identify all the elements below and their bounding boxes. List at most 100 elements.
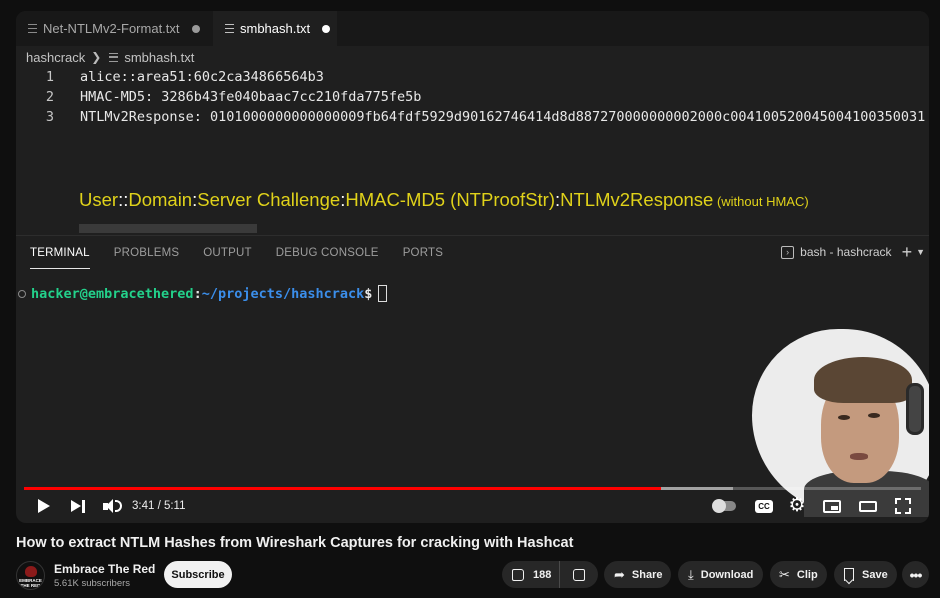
theater-icon — [859, 500, 877, 512]
breadcrumb-chevron-icon: ❯ — [91, 50, 102, 64]
tab-output[interactable]: OUTPUT — [203, 247, 251, 265]
code-text: alice::area51:60c2ca34866564b3 — [80, 69, 324, 85]
breadcrumb: hashcrack ❯ smbhash.txt — [26, 49, 194, 65]
progress-bar[interactable] — [24, 487, 921, 490]
download-icon: ⤓ — [688, 566, 694, 582]
more-button[interactable]: ••• — [902, 561, 929, 588]
code-text: HMAC-MD5: 3286b43fe040baac7cc210fda775fe… — [80, 89, 422, 105]
like-button[interactable]: 188 — [502, 561, 560, 588]
annotation-domain: Domain — [128, 189, 193, 210]
chevron-down-icon[interactable]: ▼ — [916, 247, 925, 257]
tab-label: smbhash.txt — [240, 21, 311, 36]
avatar-logo-text: EMBRACE THE RED — [19, 578, 42, 588]
terminal-title[interactable]: bash - hashcrack — [800, 245, 891, 259]
presenter-eye — [838, 415, 850, 420]
annotation-hmac: HMAC-MD5 (NTProofStr) — [345, 189, 555, 210]
theater-button[interactable] — [857, 494, 879, 518]
code-editor[interactable]: 1 alice::area51:60c2ca34866564b3 2 HMAC-… — [16, 67, 929, 127]
unsaved-dot-icon — [322, 24, 331, 33]
annotation-user: User — [79, 189, 119, 210]
unsaved-dot-icon — [191, 24, 200, 33]
download-label: Download — [700, 568, 754, 581]
annotation-separator: :: — [118, 189, 129, 210]
presenter-eye — [868, 413, 880, 418]
headset-icon — [906, 383, 924, 435]
code-text: NTLMv2Response: 0101000000000000009fb64f… — [80, 109, 926, 125]
subscribe-button[interactable]: Subscribe — [164, 561, 232, 588]
share-icon: ➦ — [614, 566, 625, 582]
plus-icon[interactable]: + — [902, 243, 913, 261]
play-button[interactable] — [34, 494, 54, 518]
fullscreen-icon — [895, 498, 911, 514]
save-button[interactable]: Save — [834, 561, 897, 588]
miniplayer-button[interactable] — [821, 494, 843, 518]
tab-terminal[interactable]: TERMINAL — [30, 247, 90, 269]
horizontal-scrollbar[interactable] — [79, 224, 257, 233]
file-icon — [225, 24, 234, 33]
volume-button[interactable] — [102, 494, 122, 518]
code-line: 1 alice::area51:60c2ca34866564b3 — [16, 67, 929, 87]
thumbs-down-icon — [573, 568, 585, 581]
clip-button[interactable]: ✂ Clip — [770, 561, 827, 588]
terminal-box-icon: › — [781, 245, 795, 259]
share-label: Share — [631, 568, 663, 581]
line-number: 1 — [45, 69, 54, 85]
autoplay-toggle[interactable] — [712, 494, 738, 518]
volume-icon — [102, 499, 122, 513]
file-icon — [28, 24, 37, 33]
video-title: How to extract NTLM Hashes from Wireshar… — [16, 535, 574, 551]
autoplay-toggle-icon — [712, 499, 736, 513]
code-line: 2 HMAC-MD5: 3286b43fe040baac7cc210fda775… — [16, 87, 929, 107]
fullscreen-button[interactable] — [892, 494, 914, 518]
tab-smbhash[interactable]: smbhash.txt — [213, 11, 337, 46]
miniplayer-icon — [823, 499, 841, 513]
gear-icon: ⚙ — [788, 495, 806, 516]
avatar-logo-icon — [25, 566, 37, 577]
tab-net-ntlmv2-format[interactable]: Net-NTLMv2-Format.txt — [28, 11, 200, 46]
breadcrumb-folder[interactable]: hashcrack — [26, 50, 85, 65]
prompt-circle-icon — [18, 289, 26, 298]
editor-tab-bar: Net-NTLMv2-Format.txt smbhash.txt — [16, 11, 929, 46]
presenter-hair — [814, 357, 912, 403]
save-label: Save — [862, 568, 888, 581]
tab-debug-console[interactable]: DEBUG CONSOLE — [276, 247, 379, 265]
captions-button[interactable]: CC — [753, 494, 775, 518]
dislike-button[interactable] — [560, 568, 598, 581]
channel-name[interactable]: Embrace The Red — [54, 562, 155, 576]
prompt-user-host: hacker@embracethered — [31, 285, 194, 302]
prompt-dollar: $ — [364, 285, 373, 302]
hash-format-annotation: User::Domain:Server Challenge:HMAC-MD5 (… — [79, 189, 809, 211]
avatar[interactable]: EMBRACE THE RED — [16, 561, 45, 590]
panel-tab-bar: TERMINAL PROBLEMS OUTPUT DEBUG CONSOLE P… — [30, 247, 467, 269]
annotation-note: (without HMAC) — [713, 194, 809, 209]
line-number: 3 — [45, 109, 54, 125]
video-player[interactable]: Net-NTLMv2-Format.txt smbhash.txt hashcr… — [16, 11, 929, 523]
annotation-server-challenge: Server Challenge — [197, 189, 341, 210]
scissors-icon: ✂ — [779, 566, 790, 582]
terminal-prompt[interactable]: hacker@embracethered: ~/projects/hashcrac… — [16, 285, 388, 302]
file-icon — [109, 52, 119, 62]
code-line: 3 NTLMv2Response: 0101000000000000009fb6… — [16, 107, 929, 127]
settings-button[interactable]: ⚙ — [786, 494, 808, 518]
like-count: 188 — [533, 568, 552, 581]
tab-ports[interactable]: PORTS — [403, 247, 443, 265]
tab-problems[interactable]: PROBLEMS — [114, 247, 180, 265]
more-icon: ••• — [909, 566, 923, 583]
bookmark-icon — [844, 568, 854, 581]
subscriber-count: 5.61K subscribers — [54, 578, 131, 589]
share-button[interactable]: ➦ Share — [604, 561, 671, 588]
like-dislike-group: 188 — [502, 561, 598, 588]
thumbs-up-icon — [512, 568, 524, 581]
clip-label: Clip — [796, 568, 818, 581]
next-button[interactable] — [68, 494, 88, 518]
prompt-path: ~/projects/hashcrack — [201, 285, 365, 302]
terminal-title-bar: › bash - hashcrack + ▼ — [781, 243, 925, 261]
download-button[interactable]: ⤓ Download — [678, 561, 763, 588]
cc-icon: CC — [755, 499, 773, 513]
line-number: 2 — [45, 89, 54, 105]
panel-divider[interactable] — [16, 235, 929, 236]
time-display: 3:41 / 5:11 — [132, 494, 186, 518]
annotation-response: NTLMv2Response — [560, 189, 714, 210]
tab-label: Net-NTLMv2-Format.txt — [43, 21, 180, 36]
breadcrumb-file[interactable]: smbhash.txt — [124, 50, 194, 65]
